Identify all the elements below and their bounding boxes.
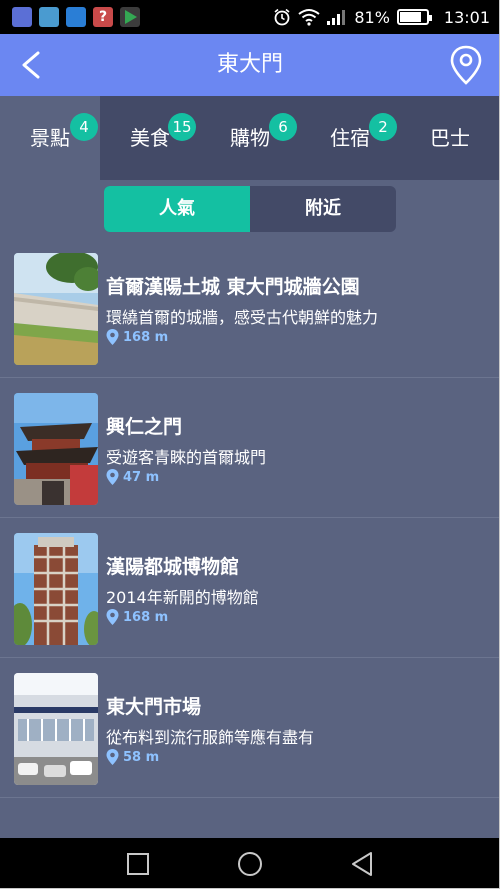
place-title: 首爾漢陽土城 東大門城牆公園: [106, 276, 360, 298]
distance-label: 168 m: [123, 329, 169, 345]
place-distance: 168 m: [106, 609, 168, 625]
battery-icon: [396, 9, 432, 25]
place-title: 漢陽都城博物館: [106, 556, 240, 578]
app-bar: 東大門: [0, 34, 499, 96]
back-nav-button[interactable]: [346, 848, 378, 880]
location-pin-icon: [106, 749, 119, 765]
place-title: 東大門市場: [106, 696, 202, 718]
list-item[interactable]: 興仁之門 受遊客青睞的首爾城門 47 m: [0, 378, 499, 518]
place-distance: 168 m: [106, 329, 168, 345]
help-icon: ?: [93, 7, 113, 27]
play-store-icon: [120, 7, 140, 27]
tab-label: 巴士: [430, 126, 470, 150]
place-title: 興仁之門: [106, 416, 183, 438]
tab-label: 景點: [30, 126, 70, 150]
distance-label: 58 m: [123, 749, 160, 765]
app-icon: [12, 7, 32, 27]
tab-label: 住宿: [330, 126, 370, 150]
place-thumbnail: [14, 673, 98, 785]
location-pin-icon: [106, 609, 119, 625]
signal-icon: [327, 10, 346, 25]
gallery-icon: [39, 7, 59, 27]
place-subtitle: 從布料到流行服飾等應有盡有: [106, 728, 315, 747]
tab-lodging[interactable]: 住宿 2: [300, 96, 400, 180]
sort-nearby-button[interactable]: 附近: [250, 186, 396, 232]
list-item[interactable]: 東大門市場 從布料到流行服飾等應有盡有 58 m: [0, 658, 499, 798]
status-bar: ? 81% 13:01: [0, 0, 499, 34]
circle-icon: [238, 852, 262, 876]
tab-label: 購物: [230, 126, 270, 150]
list-item[interactable]: 漢陽都城博物館 2014年新開的博物館 168 m: [0, 518, 499, 658]
page-title: 東大門: [216, 52, 283, 77]
triangle-back-icon: [352, 852, 372, 876]
tab-food[interactable]: 美食 15: [100, 96, 200, 180]
square-icon: [127, 853, 149, 875]
chevron-left-icon: [22, 51, 40, 79]
tab-badge: 6: [269, 113, 297, 141]
tab-label: 美食: [130, 126, 170, 150]
map-button[interactable]: [446, 44, 486, 86]
sort-toggle: 人氣 附近: [104, 186, 396, 232]
location-pin-icon: [106, 329, 119, 345]
tab-badge: 15: [168, 113, 196, 141]
tab-badge: 2: [369, 113, 397, 141]
back-button[interactable]: [12, 45, 52, 85]
distance-label: 168 m: [123, 609, 169, 625]
place-thumbnail: [14, 533, 98, 645]
tab-badge: 4: [70, 113, 98, 141]
tab-attractions[interactable]: 景點 4: [0, 96, 100, 180]
place-subtitle: 受遊客青睞的首爾城門: [106, 448, 267, 467]
location-pin-icon: [106, 469, 119, 485]
battery-percent: 81%: [354, 7, 390, 27]
phone-screen: ? 81% 13:01 東大門 景點 4 美食 15 購物 6 住宿 2 巴士 …: [0, 0, 500, 889]
place-subtitle: 2014年新開的博物館: [106, 588, 259, 607]
list-item[interactable]: 首爾漢陽土城 東大門城牆公園 環繞首爾的城牆，感受古代朝鮮的魅力 168 m: [0, 238, 499, 378]
place-thumbnail: [14, 393, 98, 505]
tab-shopping[interactable]: 購物 6: [200, 96, 300, 180]
category-tabs: 景點 4 美食 15 購物 6 住宿 2 巴士: [0, 96, 499, 180]
place-distance: 47 m: [106, 469, 159, 485]
recents-button[interactable]: [122, 848, 154, 880]
tab-bus[interactable]: 巴士: [400, 96, 499, 180]
wifi-icon: [298, 9, 320, 26]
place-distance: 58 m: [106, 749, 159, 765]
clock: 13:01: [443, 7, 490, 27]
home-button[interactable]: [234, 848, 266, 880]
distance-label: 47 m: [123, 469, 160, 485]
alarm-icon: [274, 8, 290, 26]
map-pin-icon: [450, 45, 482, 85]
place-subtitle: 環繞首爾的城牆，感受古代朝鮮的魅力: [106, 308, 379, 327]
place-thumbnail: [14, 253, 98, 365]
sort-popular-button[interactable]: 人氣: [104, 186, 250, 232]
system-nav-bar: [0, 838, 499, 888]
dropbox-icon: [66, 7, 86, 27]
